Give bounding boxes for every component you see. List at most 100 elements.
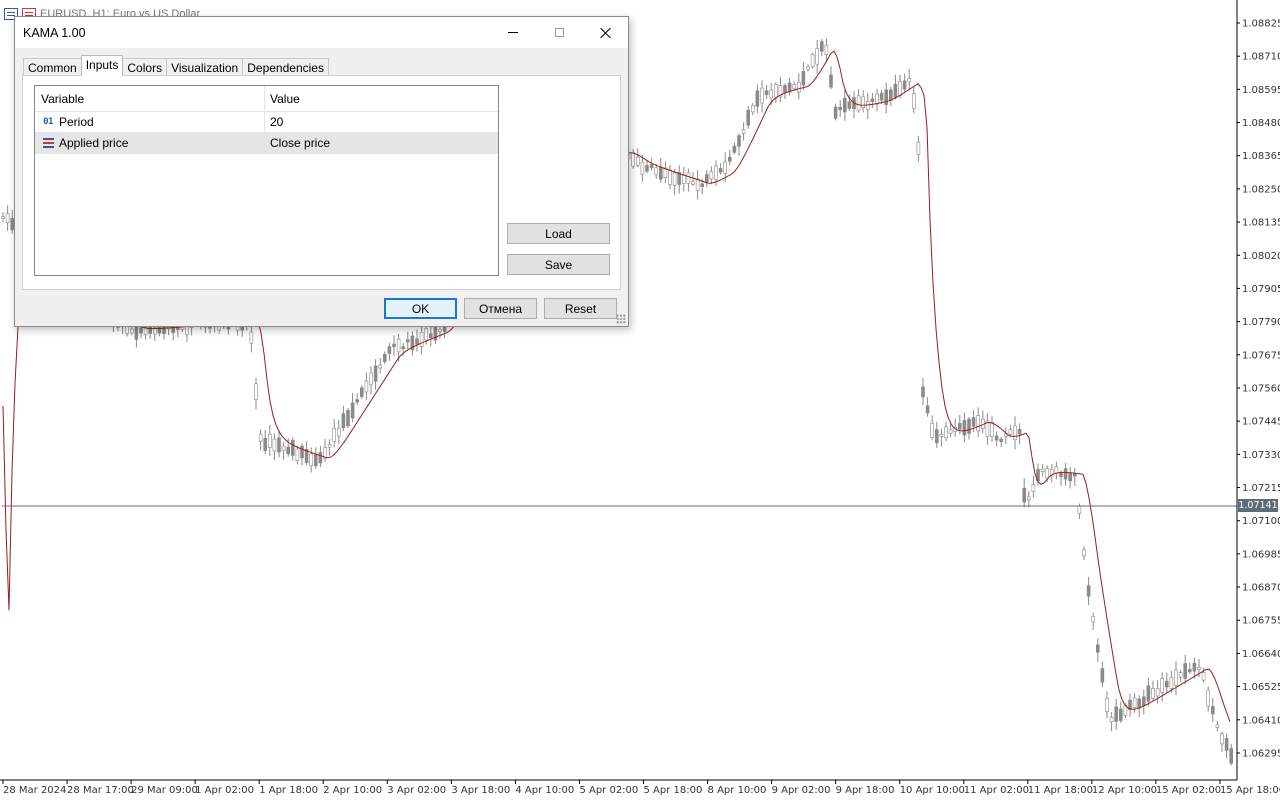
price-label: 1.07330: [1242, 450, 1280, 461]
variable-cell: 01 Period: [35, 112, 265, 132]
column-header-variable[interactable]: Variable: [35, 86, 265, 111]
value-cell[interactable]: 20: [265, 112, 498, 132]
candle-body: [686, 172, 691, 184]
candle-body: [438, 329, 442, 332]
candle-body: [700, 183, 705, 187]
time-label: 28 Mar 17:00: [67, 785, 134, 796]
candle-body: [1197, 667, 1201, 670]
candle-body: [1137, 698, 1141, 709]
candle-body: [819, 41, 824, 52]
minimize-button[interactable]: [490, 17, 536, 48]
candle-body: [810, 54, 815, 67]
time-label: 10 Apr 10:00: [900, 785, 965, 796]
candle-body: [309, 453, 314, 467]
candle-body: [990, 422, 994, 437]
candle-body: [750, 105, 755, 113]
candle-body: [378, 364, 383, 369]
reset-button[interactable]: Reset: [544, 298, 617, 319]
time-label: 4 Apr 10:00: [515, 785, 574, 796]
candle-body: [396, 338, 401, 353]
ok-button[interactable]: OK: [384, 298, 457, 319]
price-axis: 1.08825 1.08710 1.08595 1.08480 1.08365 1.082…: [1237, 19, 1280, 759]
candle-body: [764, 90, 769, 95]
load-button[interactable]: Load: [507, 223, 610, 244]
candle-body: [911, 93, 916, 109]
candle-body: [134, 325, 139, 340]
candle-body: [870, 98, 875, 102]
candle-body: [760, 87, 764, 104]
candle-body: [902, 80, 907, 90]
candle-body: [1114, 706, 1118, 722]
candle-body: [1013, 425, 1017, 440]
candle-body: [930, 423, 935, 438]
candle-body: [5, 213, 10, 224]
time-label: 12 Apr 10:00: [1092, 785, 1157, 796]
save-button[interactable]: Save: [507, 254, 610, 275]
candle-body: [130, 328, 134, 334]
candle-body: [373, 365, 378, 382]
candle-body: [695, 178, 700, 191]
tab-common[interactable]: Common: [23, 58, 82, 76]
candle-body: [1045, 468, 1049, 479]
candle-body: [1022, 487, 1027, 503]
tab-visualization[interactable]: Visualization: [166, 58, 244, 76]
variable-name: Period: [59, 115, 94, 129]
candle-body: [1119, 708, 1123, 722]
tab-inputs[interactable]: Inputs: [80, 55, 124, 76]
candle-body: [364, 380, 369, 393]
candle-body: [1096, 644, 1100, 653]
candle-body: [1109, 716, 1114, 723]
candle-body: [649, 164, 654, 169]
dialog-titlebar[interactable]: KAMA 1.00: [15, 17, 628, 48]
resize-grip-icon[interactable]: [616, 314, 626, 324]
candle-body: [355, 399, 360, 403]
variable-cell: Applied price: [35, 133, 265, 153]
time-label: 1 Apr 02:00: [195, 785, 254, 796]
price-label: 1.07100: [1242, 516, 1280, 527]
dialog-title: KAMA 1.00: [23, 25, 86, 40]
candle-body: [939, 434, 944, 437]
inputs-grid[interactable]: Variable Value 01 Period 20 Applied pric…: [34, 85, 499, 276]
candle-body: [405, 339, 410, 343]
price-label: 1.07445: [1242, 417, 1280, 428]
candle-body: [718, 168, 723, 173]
time-label: 9 Apr 02:00: [772, 785, 831, 796]
candle-body: [369, 372, 373, 386]
price-label: 1.07560: [1242, 383, 1280, 394]
time-label: 15 Apr 18:00: [1220, 785, 1280, 796]
candle-body: [801, 71, 806, 86]
candle-body: [1031, 483, 1036, 492]
candle-body: [1178, 672, 1183, 678]
tab-dependencies[interactable]: Dependencies: [242, 58, 329, 76]
candle-body: [1132, 697, 1137, 709]
candle-body: [1188, 669, 1192, 673]
candle-body: [783, 85, 787, 93]
candle-body: [631, 152, 636, 167]
time-axis: 28 Mar 2024 28 Mar 17:0029 Mar 09:001 Apr…: [2, 780, 1280, 796]
candle-body: [1017, 428, 1022, 435]
candle-body: [769, 89, 774, 99]
candle-body: [934, 429, 939, 444]
close-button[interactable]: [582, 17, 628, 48]
input-row-period[interactable]: 01 Period 20: [35, 112, 498, 133]
value-cell[interactable]: Close price: [265, 133, 498, 153]
price-label: 1.08135: [1242, 218, 1280, 229]
variable-name: Applied price: [59, 136, 129, 150]
candle-body: [313, 453, 318, 467]
time-label: 5 Apr 02:00: [579, 785, 638, 796]
input-row-applied-price[interactable]: Applied price Close price: [35, 133, 498, 154]
price-label: 1.07790: [1242, 317, 1280, 328]
time-label: 11 Apr 18:00: [1028, 785, 1093, 796]
candle-body: [654, 167, 659, 176]
time-label: 2 Apr 10:00: [323, 785, 382, 796]
cancel-button[interactable]: Отмена: [464, 298, 537, 319]
tab-colors[interactable]: Colors: [122, 58, 168, 76]
tab-bar: Common Inputs Colors Visualization Depen…: [23, 55, 329, 76]
candle-body: [879, 92, 884, 101]
candle-body: [290, 440, 295, 456]
candle-body: [415, 338, 419, 345]
candle-body: [1169, 677, 1174, 689]
candle-body: [681, 174, 686, 184]
column-header-value[interactable]: Value: [265, 86, 498, 111]
candle-body: [755, 90, 760, 107]
